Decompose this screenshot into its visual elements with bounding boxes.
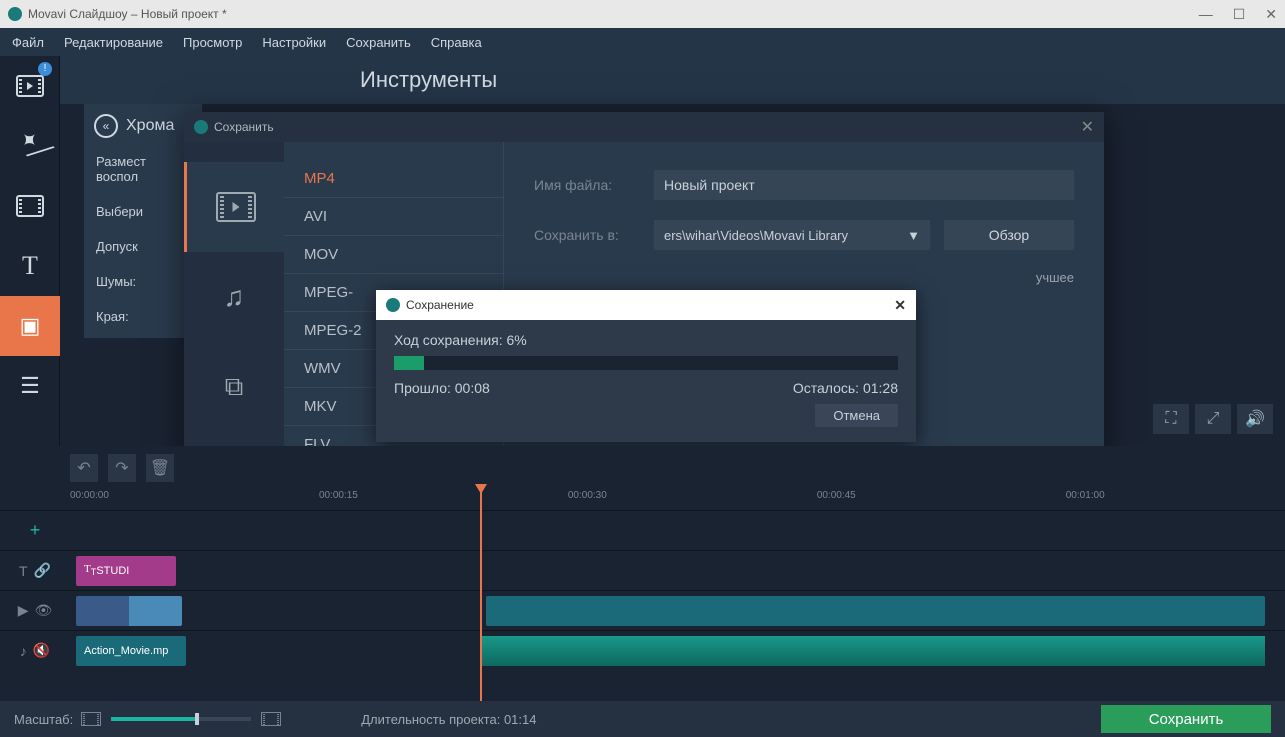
zoom-label: Масштаб: <box>14 712 73 727</box>
add-track-button[interactable]: + <box>30 520 41 541</box>
save-to-select[interactable]: ers\wihar\Videos\Movavi Library▼ <box>654 220 930 250</box>
save-to-label: Сохранить в: <box>534 227 654 243</box>
progress-status: Ход сохранения: 6% <box>394 332 898 348</box>
zoom-out-icon[interactable] <box>81 712 101 726</box>
tool-more[interactable]: ☰ <box>0 356 60 416</box>
timeline: ↶ ↷ 🗑 00:00:00 00:00:15 00:00:30 00:00:4… <box>0 446 1285 701</box>
progress-dialog: Сохранение ✕ Ход сохранения: 6% Прошло: … <box>376 290 916 442</box>
menu-view[interactable]: Просмотр <box>183 35 242 50</box>
tab-audio[interactable]: ♫ <box>184 252 284 342</box>
video-clip-2[interactable] <box>486 596 1265 626</box>
tool-effects[interactable]: ✦╱ <box>0 116 60 176</box>
volume-button[interactable]: 🔊 <box>1237 404 1273 434</box>
maximize-button[interactable]: ☐ <box>1233 6 1246 23</box>
elapsed-time: Прошло: 00:08 <box>394 380 490 396</box>
close-button[interactable]: ✕ <box>1265 6 1277 23</box>
tool-media[interactable]: ! <box>0 56 60 116</box>
window-title: Movavi Слайдшоу – Новый проект * <box>28 7 227 21</box>
timeline-ruler: 00:00:00 00:00:15 00:00:30 00:00:45 00:0… <box>70 490 1275 508</box>
text-icon: T <box>22 251 38 281</box>
tab-video[interactable] <box>184 162 284 252</box>
browse-button[interactable]: Обзор <box>944 220 1074 250</box>
tab-devices[interactable]: ⧉ <box>184 342 284 432</box>
zoom-in-icon[interactable] <box>261 712 281 726</box>
ruler-mark: 00:00:30 <box>568 490 607 508</box>
list-icon: ☰ <box>20 373 40 399</box>
quality-note: учшее <box>534 270 1074 285</box>
window-titlebar: Movavi Слайдшоу – Новый проект * — ☐ ✕ <box>0 0 1285 28</box>
save-button[interactable]: Сохранить <box>1101 705 1271 733</box>
ruler-mark: 00:01:00 <box>1066 490 1105 508</box>
player-controls: ⛶ ⤢ 🔊 <box>1153 404 1273 434</box>
cancel-button[interactable]: Отмена <box>815 404 898 427</box>
music-note-icon: ♫ <box>224 281 245 313</box>
delete-button[interactable]: 🗑 <box>146 454 174 482</box>
video-track-icon: ▶ <box>18 602 29 619</box>
sticker-icon: ▣ <box>20 313 41 339</box>
eye-icon: 👁 <box>35 602 53 619</box>
app-logo-icon <box>194 120 208 134</box>
minimize-button[interactable]: — <box>1199 6 1213 23</box>
audio-waveform[interactable] <box>480 636 1265 666</box>
format-mp4[interactable]: MP4 <box>284 160 503 198</box>
bottom-bar: Масштаб: Длительность проекта: 01:14 Сох… <box>0 701 1285 737</box>
video-icon <box>216 192 256 222</box>
save-dialog-title: Сохранить <box>214 120 274 134</box>
zoom-slider[interactable] <box>111 717 251 721</box>
save-dialog-titlebar: Сохранить ✕ <box>184 112 1104 142</box>
video-clip[interactable] <box>76 596 182 626</box>
audio-track-icon: ♪ <box>20 643 27 659</box>
progress-fill <box>394 356 424 370</box>
instruments-panel-header: Инструменты <box>60 56 1285 104</box>
ruler-mark: 00:00:45 <box>817 490 856 508</box>
progress-close[interactable]: ✕ <box>894 297 906 314</box>
expand-button[interactable]: ⛶ <box>1153 404 1189 434</box>
remaining-time: Осталось: 01:28 <box>793 380 898 396</box>
tool-stickers[interactable]: ▣ <box>0 296 60 356</box>
duration-label: Длительность проекта: 01:14 <box>361 712 536 727</box>
track-video[interactable]: ▶👁 <box>0 590 1285 630</box>
link-icon: 🔗 <box>34 562 51 579</box>
progress-title: Сохранение <box>406 298 474 312</box>
wand-icon: ✦╱ <box>10 126 50 166</box>
instruments-title: Инструменты <box>360 67 497 93</box>
playhead[interactable] <box>480 490 482 701</box>
tool-titles[interactable]: T <box>0 236 60 296</box>
audio-clip[interactable]: Action_Movie.mp <box>76 636 186 666</box>
ruler-mark: 00:00:00 <box>70 490 109 508</box>
redo-button[interactable]: ↷ <box>108 454 136 482</box>
mute-icon: 🔇 <box>33 642 50 659</box>
tool-transitions[interactable] <box>0 176 60 236</box>
menu-save[interactable]: Сохранить <box>346 35 411 50</box>
text-track-icon: T <box>19 563 28 579</box>
menu-file[interactable]: Файл <box>12 35 44 50</box>
chevron-down-icon: ▼ <box>907 228 920 243</box>
text-clip[interactable]: TT STUDI <box>76 556 176 586</box>
back-button[interactable]: « <box>94 114 118 138</box>
filmstrip-icon <box>16 195 44 217</box>
ruler-mark: 00:00:15 <box>319 490 358 508</box>
track-audio[interactable]: ♪ 🔇 Action_Movie.mp <box>0 630 1285 670</box>
undo-button[interactable]: ↶ <box>70 454 98 482</box>
menu-help[interactable]: Справка <box>431 35 482 50</box>
fullscreen-button[interactable]: ⤢ <box>1195 404 1231 434</box>
filename-label: Имя файла: <box>534 177 654 193</box>
save-dialog-close[interactable]: ✕ <box>1081 117 1094 137</box>
menu-edit[interactable]: Редактирование <box>64 35 163 50</box>
filename-input[interactable] <box>654 170 1074 200</box>
notification-badge-icon: ! <box>38 62 52 76</box>
timeline-tools: ↶ ↷ 🗑 <box>70 454 174 482</box>
devices-icon: ⧉ <box>225 371 244 403</box>
menu-settings[interactable]: Настройки <box>262 35 326 50</box>
app-logo-icon <box>8 7 22 21</box>
track-text[interactable]: T 🔗 TT STUDI <box>0 550 1285 590</box>
app-logo-icon <box>386 298 400 312</box>
progress-titlebar: Сохранение ✕ <box>376 290 916 320</box>
format-avi[interactable]: AVI <box>284 198 503 236</box>
progress-bar <box>394 356 898 370</box>
chroma-title: Хрома <box>126 117 174 135</box>
format-mov[interactable]: MOV <box>284 236 503 274</box>
menubar: Файл Редактирование Просмотр Настройки С… <box>0 28 1285 56</box>
track-add: + <box>0 510 1285 550</box>
